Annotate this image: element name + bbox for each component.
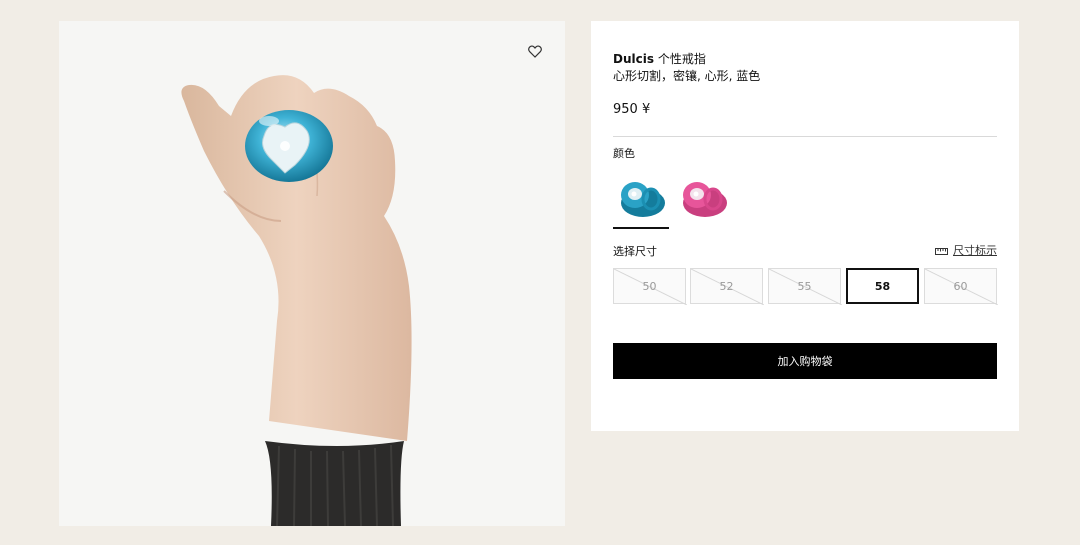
size-option-label: 55 <box>797 279 812 293</box>
pink-ring-thumbnail <box>675 171 731 227</box>
product-price: 950 ¥ <box>613 102 651 117</box>
color-label: 颜色 <box>613 147 635 160</box>
size-option-58[interactable]: 58 <box>846 268 919 304</box>
size-label: 选择尺寸 <box>613 245 657 258</box>
ruler-icon <box>935 247 948 255</box>
product-brand: Dulcis <box>613 52 654 66</box>
heart-icon <box>528 44 542 58</box>
color-swatch-pink[interactable] <box>675 171 731 227</box>
size-option-52[interactable]: 52 <box>690 268 764 305</box>
size-options: 50 52 55 58 60 <box>613 268 998 305</box>
size-option-label: 60 <box>953 279 968 293</box>
size-option-label: 50 <box>642 279 657 293</box>
size-guide-link[interactable]: 尺寸标示 <box>935 244 997 258</box>
product-info-panel: Dulcis 个性戒指 心形切割，密镶, 心形, 蓝色 950 ¥ 颜色 选择尺… <box>591 21 1019 431</box>
product-image-panel <box>59 21 565 526</box>
product-photo-hand-with-ring <box>181 75 412 526</box>
size-option-60[interactable]: 60 <box>924 268 998 305</box>
product-title: Dulcis 个性戒指 <box>613 51 706 67</box>
size-option-label: 52 <box>719 279 734 293</box>
size-option-50[interactable]: 50 <box>613 268 687 305</box>
add-to-bag-button[interactable]: 加入购物袋 <box>613 343 997 379</box>
color-swatch-blue[interactable] <box>613 171 669 227</box>
divider <box>613 136 997 137</box>
size-guide-label: 尺寸标示 <box>953 244 997 257</box>
size-option-55[interactable]: 55 <box>768 268 842 305</box>
product-subtitle: 心形切割，密镶, 心形, 蓝色 <box>613 69 761 83</box>
wishlist-button[interactable] <box>525 41 545 61</box>
product-name: 个性戒指 <box>657 52 706 66</box>
size-option-label: 58 <box>874 279 891 293</box>
blue-ring-thumbnail <box>613 171 669 227</box>
selected-color-indicator <box>613 227 669 229</box>
